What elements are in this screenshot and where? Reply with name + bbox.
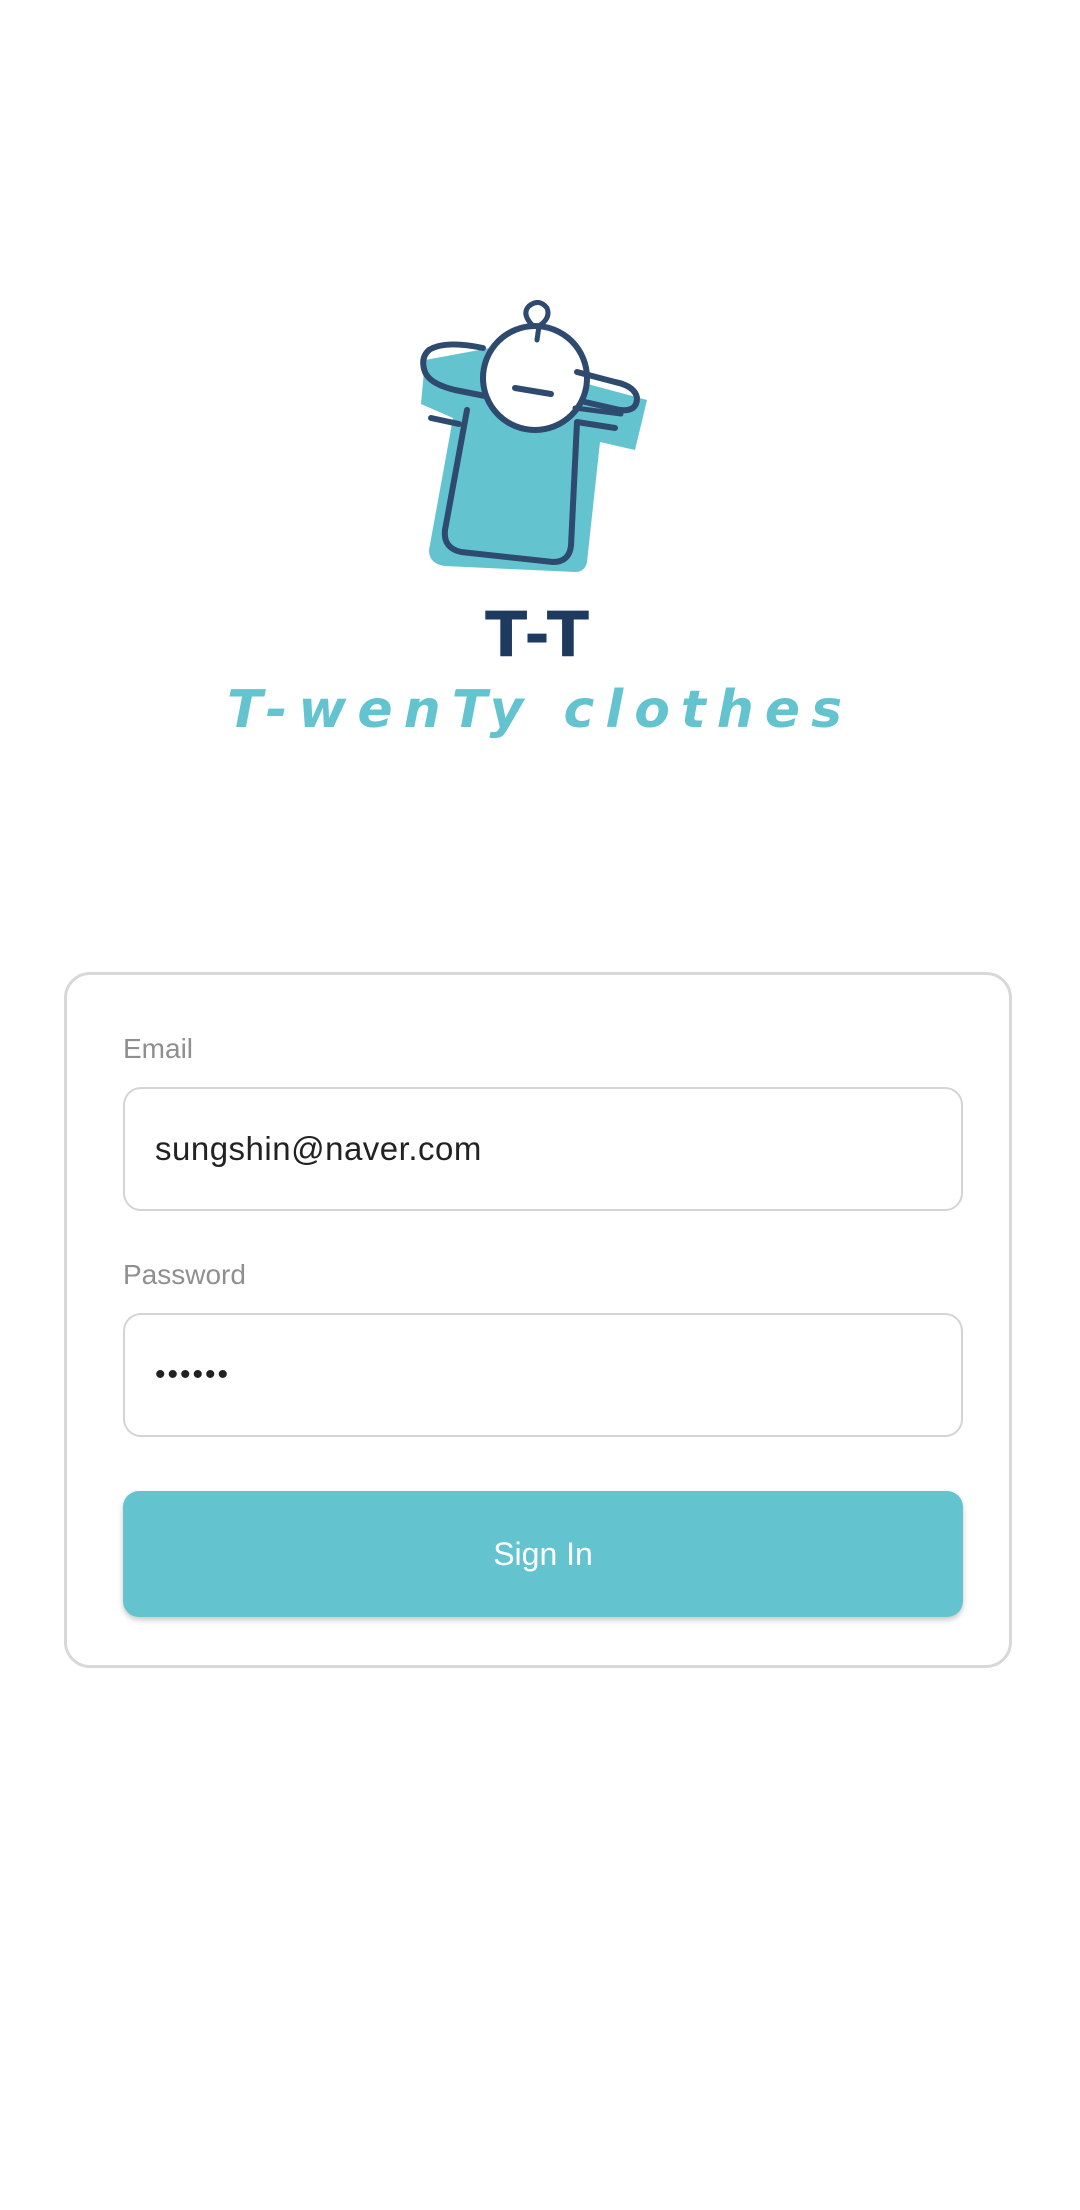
- shirt-hanger-logo-icon: [420, 300, 647, 572]
- brand-logo: T-T T-wenTy clothes: [0, 300, 1080, 750]
- sign-in-button[interactable]: Sign In: [123, 1491, 963, 1617]
- login-card: Email sungshin@naver.com Password ••••••…: [64, 972, 1012, 1668]
- password-label: Password: [123, 1259, 246, 1290]
- password-field[interactable]: ••••••: [123, 1313, 963, 1437]
- brand-short-name: T-T: [484, 598, 596, 671]
- password-value: ••••••: [155, 1358, 231, 1391]
- email-label: Email: [123, 1033, 194, 1064]
- brand-full-name: T-wenTy clothes: [226, 680, 854, 740]
- email-value: sungshin@naver.com: [155, 1130, 482, 1167]
- email-field[interactable]: sungshin@naver.com: [123, 1087, 963, 1211]
